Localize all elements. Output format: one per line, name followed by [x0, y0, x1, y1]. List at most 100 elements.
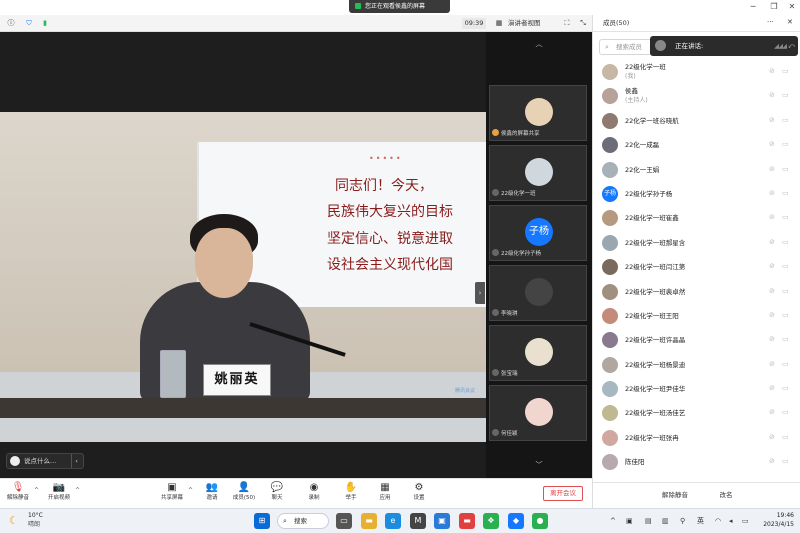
wechat-icon[interactable]: ●: [532, 513, 548, 529]
gallery-down-icon[interactable]: ﹀: [486, 459, 592, 471]
mic-muted-icon[interactable]: ⊘: [769, 91, 775, 99]
participant-row[interactable]: 侯鑫 (主持人) ⊘ ▭: [593, 84, 800, 108]
members-button[interactable]: 👤 成员(50): [229, 481, 259, 503]
apps-button[interactable]: ▦ 应用: [370, 481, 400, 503]
mic-muted-icon[interactable]: ⊘: [769, 384, 775, 392]
participant-row[interactable]: 22化学一班谷晓航 ⊘ ▭: [593, 109, 800, 133]
fullscreen-icon[interactable]: ⛶: [562, 18, 572, 28]
mic-muted-icon[interactable]: ⊘: [769, 457, 775, 465]
mic-muted-icon[interactable]: ⊘: [769, 408, 775, 416]
minimize-icon[interactable]: ─: [747, 1, 759, 13]
video-tile[interactable]: 何佳颖: [489, 385, 587, 441]
expand-gallery-button[interactable]: ›: [475, 282, 485, 304]
task-view-icon[interactable]: ▭: [336, 513, 352, 529]
gallery-up-icon[interactable]: ︿: [486, 38, 592, 50]
close-icon[interactable]: ✕: [786, 1, 798, 13]
participant-row[interactable]: 22级化学一班王阳 ⊘ ▭: [593, 304, 800, 328]
participant-row[interactable]: 22级化学一班裴卓然 ⊘ ▭: [593, 280, 800, 304]
tray-app-icon[interactable]: ▥: [662, 515, 669, 527]
mic-muted-icon[interactable]: ⊘: [769, 262, 775, 270]
camera-off-icon[interactable]: ▭: [782, 165, 789, 173]
camera-off-icon[interactable]: ▭: [782, 335, 789, 343]
camera-off-icon[interactable]: ▭: [782, 189, 789, 197]
chevron-up-icon[interactable]: ^: [34, 487, 39, 494]
app-icon[interactable]: ▣: [434, 513, 450, 529]
chat-quick-input[interactable]: 说点什么... ‹: [6, 453, 84, 469]
video-tile[interactable]: 张宝瑞: [489, 325, 587, 381]
chevron-up-icon[interactable]: ^: [75, 487, 80, 494]
tray-mic-icon[interactable]: ⚲: [680, 515, 685, 527]
camera-off-icon[interactable]: ▭: [782, 457, 789, 465]
tray-overflow-icon[interactable]: ^: [610, 515, 616, 527]
participant-row[interactable]: 22级化学一班汤佳艺 ⊘ ▭: [593, 401, 800, 425]
participant-row[interactable]: 22级化学一班闫江第 ⊘ ▭: [593, 255, 800, 279]
app-icon[interactable]: ❖: [483, 513, 499, 529]
main-video[interactable]: ••••• 同志们！今天， 民族伟大复兴的目标 坚定信心、锐意进取 设社会主义现…: [0, 32, 486, 478]
camera-off-icon[interactable]: ▭: [782, 116, 789, 124]
participant-row[interactable]: 22级化学一班崔鑫 ⊘ ▭: [593, 206, 800, 230]
participant-row[interactable]: 子杨 22级化学孙子杨 ⊘ ▭: [593, 182, 800, 206]
participant-row[interactable]: 22级化学一班张冉 ⊘ ▭: [593, 426, 800, 450]
mic-muted-icon[interactable]: ⊘: [769, 360, 775, 368]
invite-button[interactable]: 👥 邀请: [197, 481, 227, 503]
raise-hand-button[interactable]: ✋ 举手: [336, 481, 366, 503]
shield-icon[interactable]: ⛉: [24, 18, 34, 28]
mic-muted-icon[interactable]: ⊘: [769, 140, 775, 148]
app-icon[interactable]: ▬: [459, 513, 475, 529]
restore-icon[interactable]: ❐: [768, 1, 780, 13]
camera-off-icon[interactable]: ▭: [782, 384, 789, 392]
tray-app-icon[interactable]: ▤: [645, 515, 652, 527]
camera-off-icon[interactable]: ▭: [782, 67, 789, 75]
participant-row[interactable]: 22化一王娟 ⊘ ▭: [593, 158, 800, 182]
participant-row[interactable]: 22级化学一班 (我) ⊘ ▭: [593, 60, 800, 84]
mic-muted-icon[interactable]: ⊘: [769, 238, 775, 246]
exit-fullscreen-icon[interactable]: ⤡: [578, 18, 588, 28]
settings-button[interactable]: ⚙ 设置: [404, 481, 434, 503]
participant-row[interactable]: 22级化学一班许晶晶 ⊘ ▭: [593, 328, 800, 352]
camera-off-icon[interactable]: ▭: [782, 287, 789, 295]
participant-row[interactable]: 陈佳阳 ⊘ ▭: [593, 450, 800, 474]
signal-icon[interactable]: ▮: [40, 18, 50, 28]
rename-button[interactable]: 改名: [711, 488, 741, 503]
view-mode-label[interactable]: 演讲者视图: [508, 18, 541, 29]
participant-row[interactable]: 22级化学一班杨景迪 ⊘ ▭: [593, 353, 800, 377]
volume-icon[interactable]: ◂: [729, 515, 733, 527]
mic-muted-icon[interactable]: ⊘: [769, 311, 775, 319]
wifi-icon[interactable]: ◠: [715, 515, 721, 527]
mic-muted-icon[interactable]: ⊘: [769, 213, 775, 221]
mic-muted-icon[interactable]: ⊘: [769, 67, 775, 75]
chevron-left-icon[interactable]: ‹: [71, 454, 81, 468]
video-tile[interactable]: 子杨 22级化学孙子杨: [489, 205, 587, 261]
share-screen-button[interactable]: ▣ 共享屏幕: [157, 481, 187, 503]
camera-off-icon[interactable]: ▭: [782, 408, 789, 416]
system-clock[interactable]: 19:46 2023/4/15: [758, 511, 794, 529]
video-tile[interactable]: 李晓琪: [489, 265, 587, 321]
more-icon[interactable]: ···: [767, 18, 774, 26]
close-panel-icon[interactable]: ✕: [787, 18, 793, 26]
video-tile[interactable]: 22级化学一班: [489, 145, 587, 201]
camera-off-icon[interactable]: ▭: [782, 91, 789, 99]
participant-row[interactable]: 22级化学一班尹佳华 ⊘ ▭: [593, 377, 800, 401]
file-explorer-icon[interactable]: ▬: [361, 513, 377, 529]
camera-off-icon[interactable]: ▭: [782, 213, 789, 221]
ime-indicator[interactable]: 英: [697, 515, 704, 527]
camera-off-icon[interactable]: ▭: [782, 262, 789, 270]
windows-start-icon[interactable]: ⊞: [254, 513, 270, 529]
camera-off-icon[interactable]: ▭: [782, 360, 789, 368]
participant-row[interactable]: 22级化学一班郝星含 ⊘ ▭: [593, 231, 800, 255]
camera-off-icon[interactable]: ▭: [782, 238, 789, 246]
battery-icon[interactable]: ▭: [742, 515, 749, 527]
camera-off-icon[interactable]: ▭: [782, 140, 789, 148]
app-icon[interactable]: M: [410, 513, 426, 529]
participant-row[interactable]: 22化一成磊 ⊘ ▭: [593, 133, 800, 157]
edge-icon[interactable]: e: [385, 513, 401, 529]
collapse-icon[interactable]: ⤺: [788, 36, 795, 56]
video-tile[interactable]: 侯鑫的屏幕共享: [489, 85, 587, 141]
camera-off-icon[interactable]: ▭: [782, 433, 789, 441]
mic-muted-icon[interactable]: ⊘: [769, 433, 775, 441]
tencent-meeting-icon[interactable]: ◆: [508, 513, 524, 529]
mic-muted-icon[interactable]: ⊘: [769, 116, 775, 124]
start-video-button[interactable]: 📷 开启视频: [44, 481, 74, 503]
chevron-up-icon[interactable]: ^: [188, 487, 193, 494]
mic-muted-icon[interactable]: ⊘: [769, 165, 775, 173]
